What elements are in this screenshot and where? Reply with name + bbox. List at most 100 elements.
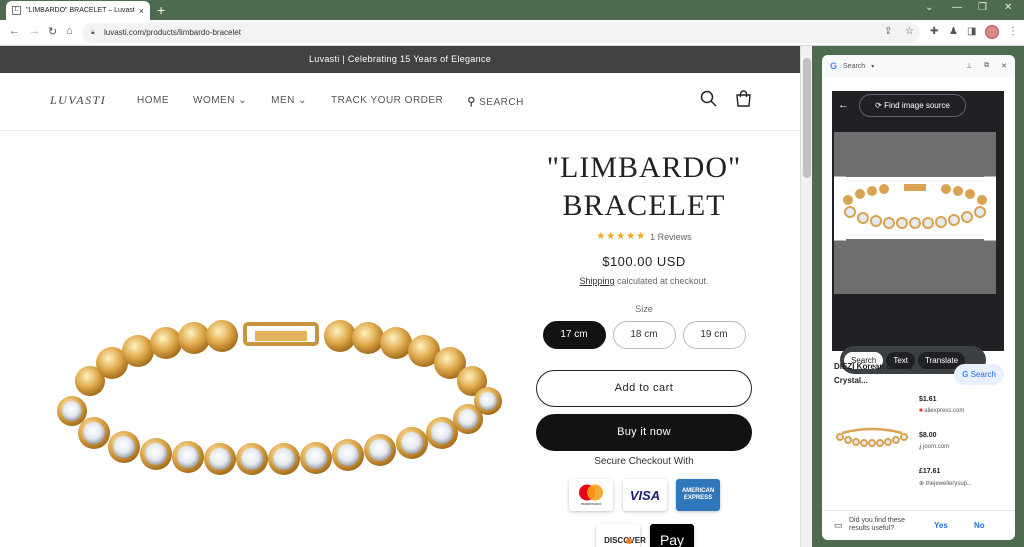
tab-list-icon[interactable]: ⌄	[925, 2, 933, 13]
feedback-icon: ▭	[834, 520, 843, 530]
offer-bracelet-thumbnail[interactable]	[832, 427, 912, 449]
size-label: Size	[635, 304, 653, 314]
offer-price: $1.61	[919, 396, 937, 403]
result-title[interactable]: DIEZI Korean Luxury Crystal...	[834, 360, 916, 388]
bracelet-back-row	[75, 320, 487, 396]
pin-icon[interactable]: ⊥	[966, 62, 972, 70]
lens-side-panel: G Search ▾ ⊥ ⧉ ✕ ← ⟳ Find image source S…	[822, 55, 1015, 540]
side-panel-provider[interactable]: Search	[843, 63, 865, 70]
reload-icon[interactable]: ↻	[48, 25, 57, 38]
product-title: "LIMBARDO" BRACELET	[536, 149, 752, 225]
product-price: $100.00 USD	[602, 254, 686, 269]
lens-image-viewer[interactable]: ← ⟳ Find image source Search Text Transl…	[832, 91, 1004, 374]
offer-row[interactable]: $1.61 ■ aliexpress.com	[919, 396, 964, 414]
provider-dropdown-icon[interactable]: ▾	[871, 63, 874, 70]
size-options: 17 cm 18 cm 19 cm	[536, 321, 752, 349]
share-icon[interactable]: ⇪	[884, 26, 892, 37]
side-panel-icon[interactable]: ◨	[967, 26, 976, 37]
bookmark-star-icon[interactable]: ☆	[905, 26, 914, 37]
side-panel-header: G Search ▾ ⊥ ⧉ ✕	[822, 55, 1015, 77]
shipping-link[interactable]: Shipping	[579, 276, 614, 286]
lock-icon: 🔒︎	[91, 29, 95, 36]
offer-store-name: aliexpress.com	[924, 408, 965, 414]
web-page: Luvasti | Celebrating 15 Years of Elegan…	[0, 46, 800, 547]
add-to-cart-button[interactable]: Add to cart	[536, 370, 752, 407]
minimize-icon[interactable]: —	[952, 2, 962, 13]
scrollbar-thumb[interactable]	[803, 58, 811, 178]
lens-crop-area[interactable]	[834, 132, 996, 294]
apple-pay-label: Pay	[659, 532, 685, 547]
offer-price: £17.61	[919, 468, 941, 475]
nav-search-label: SEARCH	[479, 97, 524, 108]
amex-badge: AMERICAN EXPRESS	[676, 479, 720, 511]
page-scrollbar[interactable]	[800, 46, 812, 547]
site-header: LUVASTI HOME WOMEN ⌄ MEN ⌄ TRACK YOUR OR…	[0, 73, 800, 131]
lens-results: DIEZI Korean Luxury Crystal... G Search …	[834, 360, 1004, 506]
browser-tab-strip: L "LIMBARDO" BRACELET – Luvasti × + ⌄ — …	[0, 0, 1024, 20]
lens-back-icon[interactable]: ←	[838, 99, 849, 111]
google-g-icon: G	[830, 61, 838, 71]
offer-row[interactable]: $8.00 ʝ joom.com	[919, 432, 949, 450]
open-new-tab-icon[interactable]: ⧉	[984, 62, 989, 70]
product-title-line1: "LIMBARDO"	[546, 151, 742, 184]
mastercard-icon	[579, 484, 603, 501]
find-image-source-label: Find image source	[884, 101, 950, 110]
home-icon[interactable]: ⌂	[66, 25, 73, 37]
search-icon[interactable]	[700, 90, 717, 111]
discover-label: DISCOVER	[604, 535, 646, 545]
nav-search[interactable]: ⚲ SEARCH	[467, 95, 548, 108]
extensions-icon[interactable]: ✚	[930, 26, 938, 37]
nav-home[interactable]: HOME	[137, 95, 169, 108]
result-header: DIEZI Korean Luxury Crystal... G Search	[834, 360, 1004, 388]
feedback-yes-button[interactable]: Yes	[934, 521, 948, 530]
secure-checkout-label: Secure Checkout With	[594, 456, 694, 467]
product-title-line2: BRACELET	[562, 189, 726, 222]
site-logo[interactable]: LUVASTI	[50, 93, 106, 108]
labs-icon[interactable]: ♟	[949, 26, 958, 37]
close-panel-icon[interactable]: ✕	[1001, 62, 1007, 70]
discover-badge: DISCOVER	[596, 524, 646, 547]
back-icon[interactable]: ←	[9, 25, 20, 37]
url-text: luvasti.com/products/limbardo-bracelet	[104, 28, 241, 37]
restore-icon[interactable]: ❐	[978, 2, 987, 13]
product-image-bracelet[interactable]	[50, 291, 510, 501]
result-search-label: Search	[970, 369, 996, 379]
offer-row[interactable]: £17.61 ⊕ thejewellerysup...	[919, 468, 972, 487]
nav-women[interactable]: WOMEN ⌄	[193, 95, 247, 108]
offer-store-name: thejewellerysup...	[925, 481, 973, 487]
size-option-17[interactable]: 17 cm	[542, 321, 606, 349]
close-window-icon[interactable]: ✕	[1004, 2, 1012, 13]
lens-thumbnail-image	[834, 176, 996, 241]
product-info: "LIMBARDO" BRACELET ★★★★★ 1 Reviews $100…	[536, 149, 752, 467]
result-search-button[interactable]: G Search	[954, 363, 1004, 385]
tab-title: "LIMBARDO" BRACELET – Luvasti	[26, 7, 135, 14]
tab-close-icon[interactable]: ×	[139, 6, 144, 16]
new-tab-button[interactable]: +	[157, 2, 165, 18]
browser-tab[interactable]: L "LIMBARDO" BRACELET – Luvasti ×	[6, 1, 150, 20]
feedback-bar: ▭ Did you find these results useful? Yes…	[822, 510, 1015, 540]
nav-men[interactable]: MEN ⌄	[271, 95, 307, 108]
find-image-source-button[interactable]: ⟳ Find image source	[859, 94, 966, 117]
nav-track-order[interactable]: TRACK YOUR ORDER	[331, 95, 443, 108]
google-g-icon: G	[962, 369, 969, 379]
discover-dot-icon	[625, 537, 632, 544]
forward-icon[interactable]: →	[29, 25, 40, 37]
product-rating[interactable]: ★★★★★ 1 Reviews	[536, 231, 752, 242]
feedback-question: Did you find these results useful?	[849, 517, 906, 532]
size-option-18[interactable]: 18 cm	[612, 321, 676, 349]
address-bar[interactable]: 🔒︎ luvasti.com/products/limbardo-bracele…	[82, 23, 920, 43]
offer-store: ■ aliexpress.com	[919, 408, 964, 414]
profile-avatar[interactable]	[985, 25, 999, 39]
find-source-icon: ⟳	[875, 101, 885, 110]
offer-price: $8.00	[919, 432, 937, 439]
rating-stars-icon: ★★★★★	[596, 231, 647, 242]
offer-store: ⊕ thejewellerysup...	[919, 480, 972, 487]
feedback-no-button[interactable]: No	[974, 521, 985, 530]
cart-icon[interactable]	[735, 90, 752, 111]
size-option-19[interactable]: 19 cm	[682, 321, 746, 349]
mastercard-badge: mastercard	[569, 479, 613, 511]
menu-kebab-icon[interactable]: ⋮	[1008, 26, 1018, 37]
bracelet-front-row	[57, 387, 502, 475]
mastercard-label: mastercard	[580, 501, 601, 506]
buy-now-button[interactable]: Buy it now	[536, 414, 752, 451]
